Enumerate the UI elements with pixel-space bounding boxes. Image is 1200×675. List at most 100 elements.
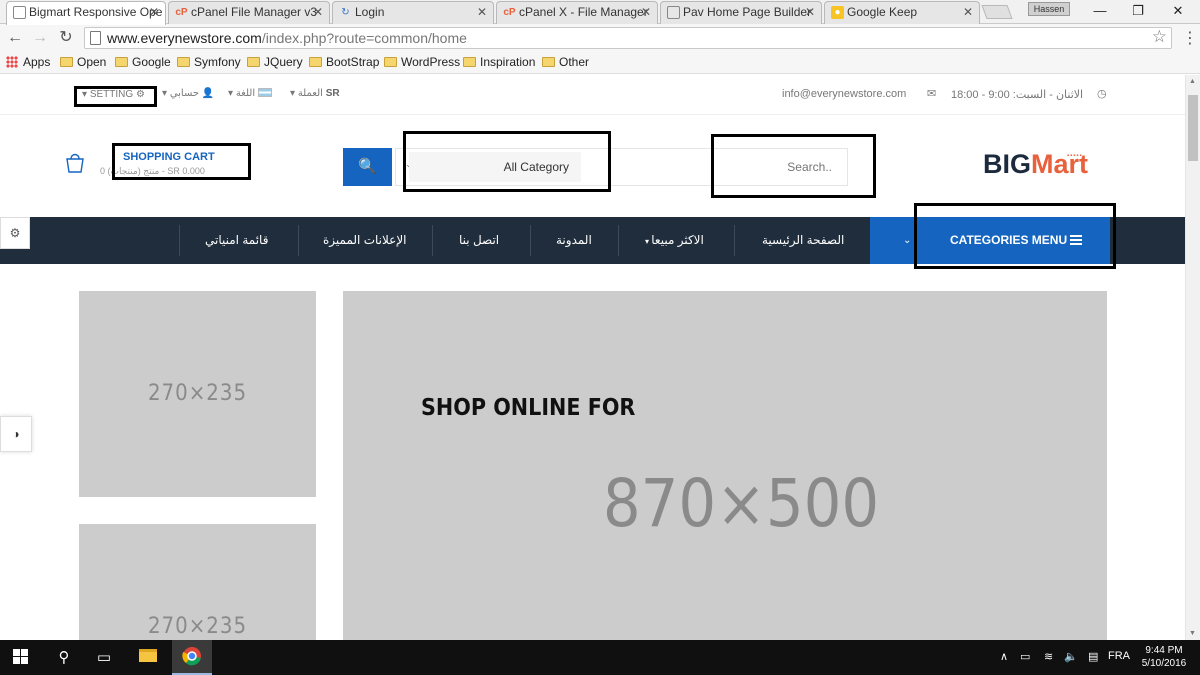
language-dropdown[interactable]: ▾ اللغة bbox=[228, 88, 272, 99]
url-text: www.everynewstore.com/index.php?route=co… bbox=[107, 30, 467, 46]
taskbar-clock[interactable]: 9:44 PM 5/10/2016 bbox=[1134, 644, 1194, 670]
shopping-bag-icon[interactable] bbox=[64, 151, 86, 173]
bookmark-bootstrap[interactable]: BootStrap bbox=[309, 55, 379, 69]
window-close-icon[interactable]: ✕ bbox=[1158, 0, 1198, 22]
bookmark-google[interactable]: Google bbox=[115, 55, 171, 69]
scroll-up-icon[interactable]: ▲ bbox=[1189, 78, 1196, 85]
bookmark-open[interactable]: Open bbox=[60, 55, 106, 69]
bookmark-inspiration[interactable]: Inspiration bbox=[463, 55, 535, 69]
nav-contact[interactable]: اتصل بنا bbox=[459, 217, 499, 264]
folder-icon bbox=[309, 57, 322, 67]
login-icon: ↻ bbox=[341, 7, 350, 18]
side-banner-1[interactable]: 270×235 bbox=[79, 291, 316, 497]
close-icon[interactable]: ✕ bbox=[149, 2, 159, 23]
settings-panel-gear-icon[interactable]: ⚙ bbox=[0, 217, 30, 249]
task-view-icon[interactable]: ▭ bbox=[84, 640, 124, 675]
wifi-icon[interactable]: ≋ bbox=[1044, 650, 1053, 663]
reload-icon[interactable]: ↻ bbox=[56, 28, 76, 48]
url-host: www.everynewstore.com bbox=[107, 30, 262, 46]
file-explorer-icon[interactable] bbox=[128, 640, 168, 675]
clock-date: 5/10/2016 bbox=[1141, 658, 1187, 669]
apps-grid-icon bbox=[6, 56, 18, 68]
nav-label: الاكثر مبيعا bbox=[651, 233, 704, 247]
browser-tab-cpanel-v3[interactable]: cP cPanel File Manager v3 ✕ bbox=[168, 1, 330, 24]
browser-menu-icon[interactable]: ⋮ bbox=[1182, 28, 1198, 48]
language-indicator[interactable]: FRA bbox=[1108, 650, 1130, 662]
profile-button[interactable]: Hassen bbox=[1028, 2, 1070, 16]
currency-label: العملة bbox=[297, 88, 323, 99]
bookmark-symfony[interactable]: Symfony bbox=[177, 55, 241, 69]
tab-title: Bigmart Responsive Ope bbox=[29, 5, 163, 19]
back-arrow-icon[interactable]: ← bbox=[5, 28, 25, 48]
tab-title: Login bbox=[355, 5, 385, 19]
minimize-icon[interactable]: — bbox=[1080, 0, 1120, 22]
account-dropdown[interactable]: ▾ حسابي 👤 bbox=[162, 88, 214, 99]
new-tab-button[interactable] bbox=[981, 5, 1013, 19]
bookmark-label: WordPress bbox=[401, 55, 461, 69]
browser-tab-google-keep[interactable]: ● Google Keep ✕ bbox=[824, 1, 980, 24]
scroll-thumb[interactable] bbox=[1188, 95, 1198, 161]
nav-wishlist[interactable]: قائمة امنياتي bbox=[205, 217, 268, 264]
search-icon[interactable]: ⚲ bbox=[44, 640, 84, 675]
browser-tab-pav-builder[interactable]: Pav Home Page Builder ✕ bbox=[660, 1, 822, 24]
scroll-down-icon[interactable]: ▼ bbox=[1189, 630, 1196, 637]
address-bar[interactable]: www.everynewstore.com/index.php?route=co… bbox=[84, 27, 1172, 49]
contrast-toggle-icon[interactable]: ◑ bbox=[0, 416, 32, 452]
clock-icon: ◷ bbox=[1097, 88, 1107, 100]
bookmark-jquery[interactable]: JQuery bbox=[247, 55, 303, 69]
browser-tab-cpanel-x[interactable]: cP cPanel X - File Manager ✕ bbox=[496, 1, 658, 24]
language-label: اللغة bbox=[235, 88, 256, 99]
user-icon: 👤 bbox=[201, 88, 215, 99]
nav-featured-ads[interactable]: الإعلانات المميزة bbox=[323, 217, 407, 264]
page-scrollbar[interactable]: ▲ ▼ bbox=[1185, 75, 1200, 640]
slide-title: SHOP ONLINE FOR bbox=[421, 395, 636, 421]
chrome-taskbar-icon[interactable] bbox=[172, 640, 212, 675]
annotation-box-setting bbox=[74, 86, 157, 107]
folder-icon bbox=[60, 57, 73, 67]
bookmark-other[interactable]: Other bbox=[542, 55, 589, 69]
battery-icon[interactable]: ▭ bbox=[1020, 650, 1030, 663]
volume-icon[interactable]: 🔈 bbox=[1064, 650, 1078, 663]
annotation-box-categories-menu bbox=[914, 203, 1116, 269]
slide-size-label: 870×500 bbox=[602, 465, 880, 542]
nav-blog[interactable]: المدونة bbox=[556, 217, 592, 264]
nav-divider bbox=[618, 225, 619, 256]
bookmark-star-icon[interactable]: ☆ bbox=[1152, 27, 1167, 47]
page-icon bbox=[13, 6, 26, 19]
search-button[interactable]: 🔍 bbox=[343, 148, 392, 186]
bookmark-apps[interactable]: Apps bbox=[6, 55, 50, 69]
page-icon bbox=[667, 6, 680, 19]
close-icon[interactable]: ✕ bbox=[805, 2, 815, 23]
bookmark-label: Symfony bbox=[194, 55, 241, 69]
page-icon bbox=[90, 31, 101, 45]
close-icon[interactable]: ✕ bbox=[477, 2, 487, 23]
windows-start-icon[interactable] bbox=[0, 640, 40, 675]
annotation-box-search bbox=[711, 134, 876, 198]
close-icon[interactable]: ✕ bbox=[313, 2, 323, 23]
bookmark-wordpress[interactable]: WordPress bbox=[384, 55, 460, 69]
side-banner-2[interactable]: 270×235 bbox=[79, 524, 316, 640]
currency-dropdown[interactable]: ▾ العملة SR bbox=[290, 88, 340, 99]
browser-tab-login[interactable]: ↻ Login ✕ bbox=[332, 1, 494, 24]
browser-toolbar: ← → ↻ www.everynewstore.com/index.php?ro… bbox=[0, 24, 1200, 52]
action-center-icon[interactable]: ▤ bbox=[1088, 650, 1098, 663]
bookmark-label: JQuery bbox=[264, 55, 303, 69]
annotation-box-category bbox=[403, 131, 611, 192]
tab-title: cPanel File Manager v3 bbox=[191, 5, 318, 19]
contact-email[interactable]: info@everynewstore.com bbox=[782, 88, 906, 100]
mail-icon: ✉ bbox=[927, 88, 937, 100]
chevron-down-icon: ⌄ bbox=[903, 235, 912, 246]
browser-tab-bigmart[interactable]: Bigmart Responsive Ope ✕ bbox=[6, 1, 166, 25]
forward-arrow-icon[interactable]: → bbox=[30, 28, 50, 48]
nav-home[interactable]: الصفحة الرئيسية bbox=[762, 217, 844, 264]
close-icon[interactable]: ✕ bbox=[963, 2, 973, 23]
main-slide-banner[interactable]: 870×500 bbox=[343, 291, 1107, 640]
close-icon[interactable]: ✕ bbox=[641, 2, 651, 23]
annotation-box-cart bbox=[112, 143, 251, 180]
restore-icon[interactable]: ❐ bbox=[1118, 0, 1158, 22]
tray-chevron-up-icon[interactable]: ∧ bbox=[1000, 650, 1008, 663]
currency-value: SR bbox=[325, 88, 340, 99]
nav-best-sellers[interactable]: ▾ الاكثر مبيعا bbox=[645, 217, 704, 264]
nav-divider bbox=[298, 225, 299, 256]
nav-divider bbox=[179, 225, 180, 256]
